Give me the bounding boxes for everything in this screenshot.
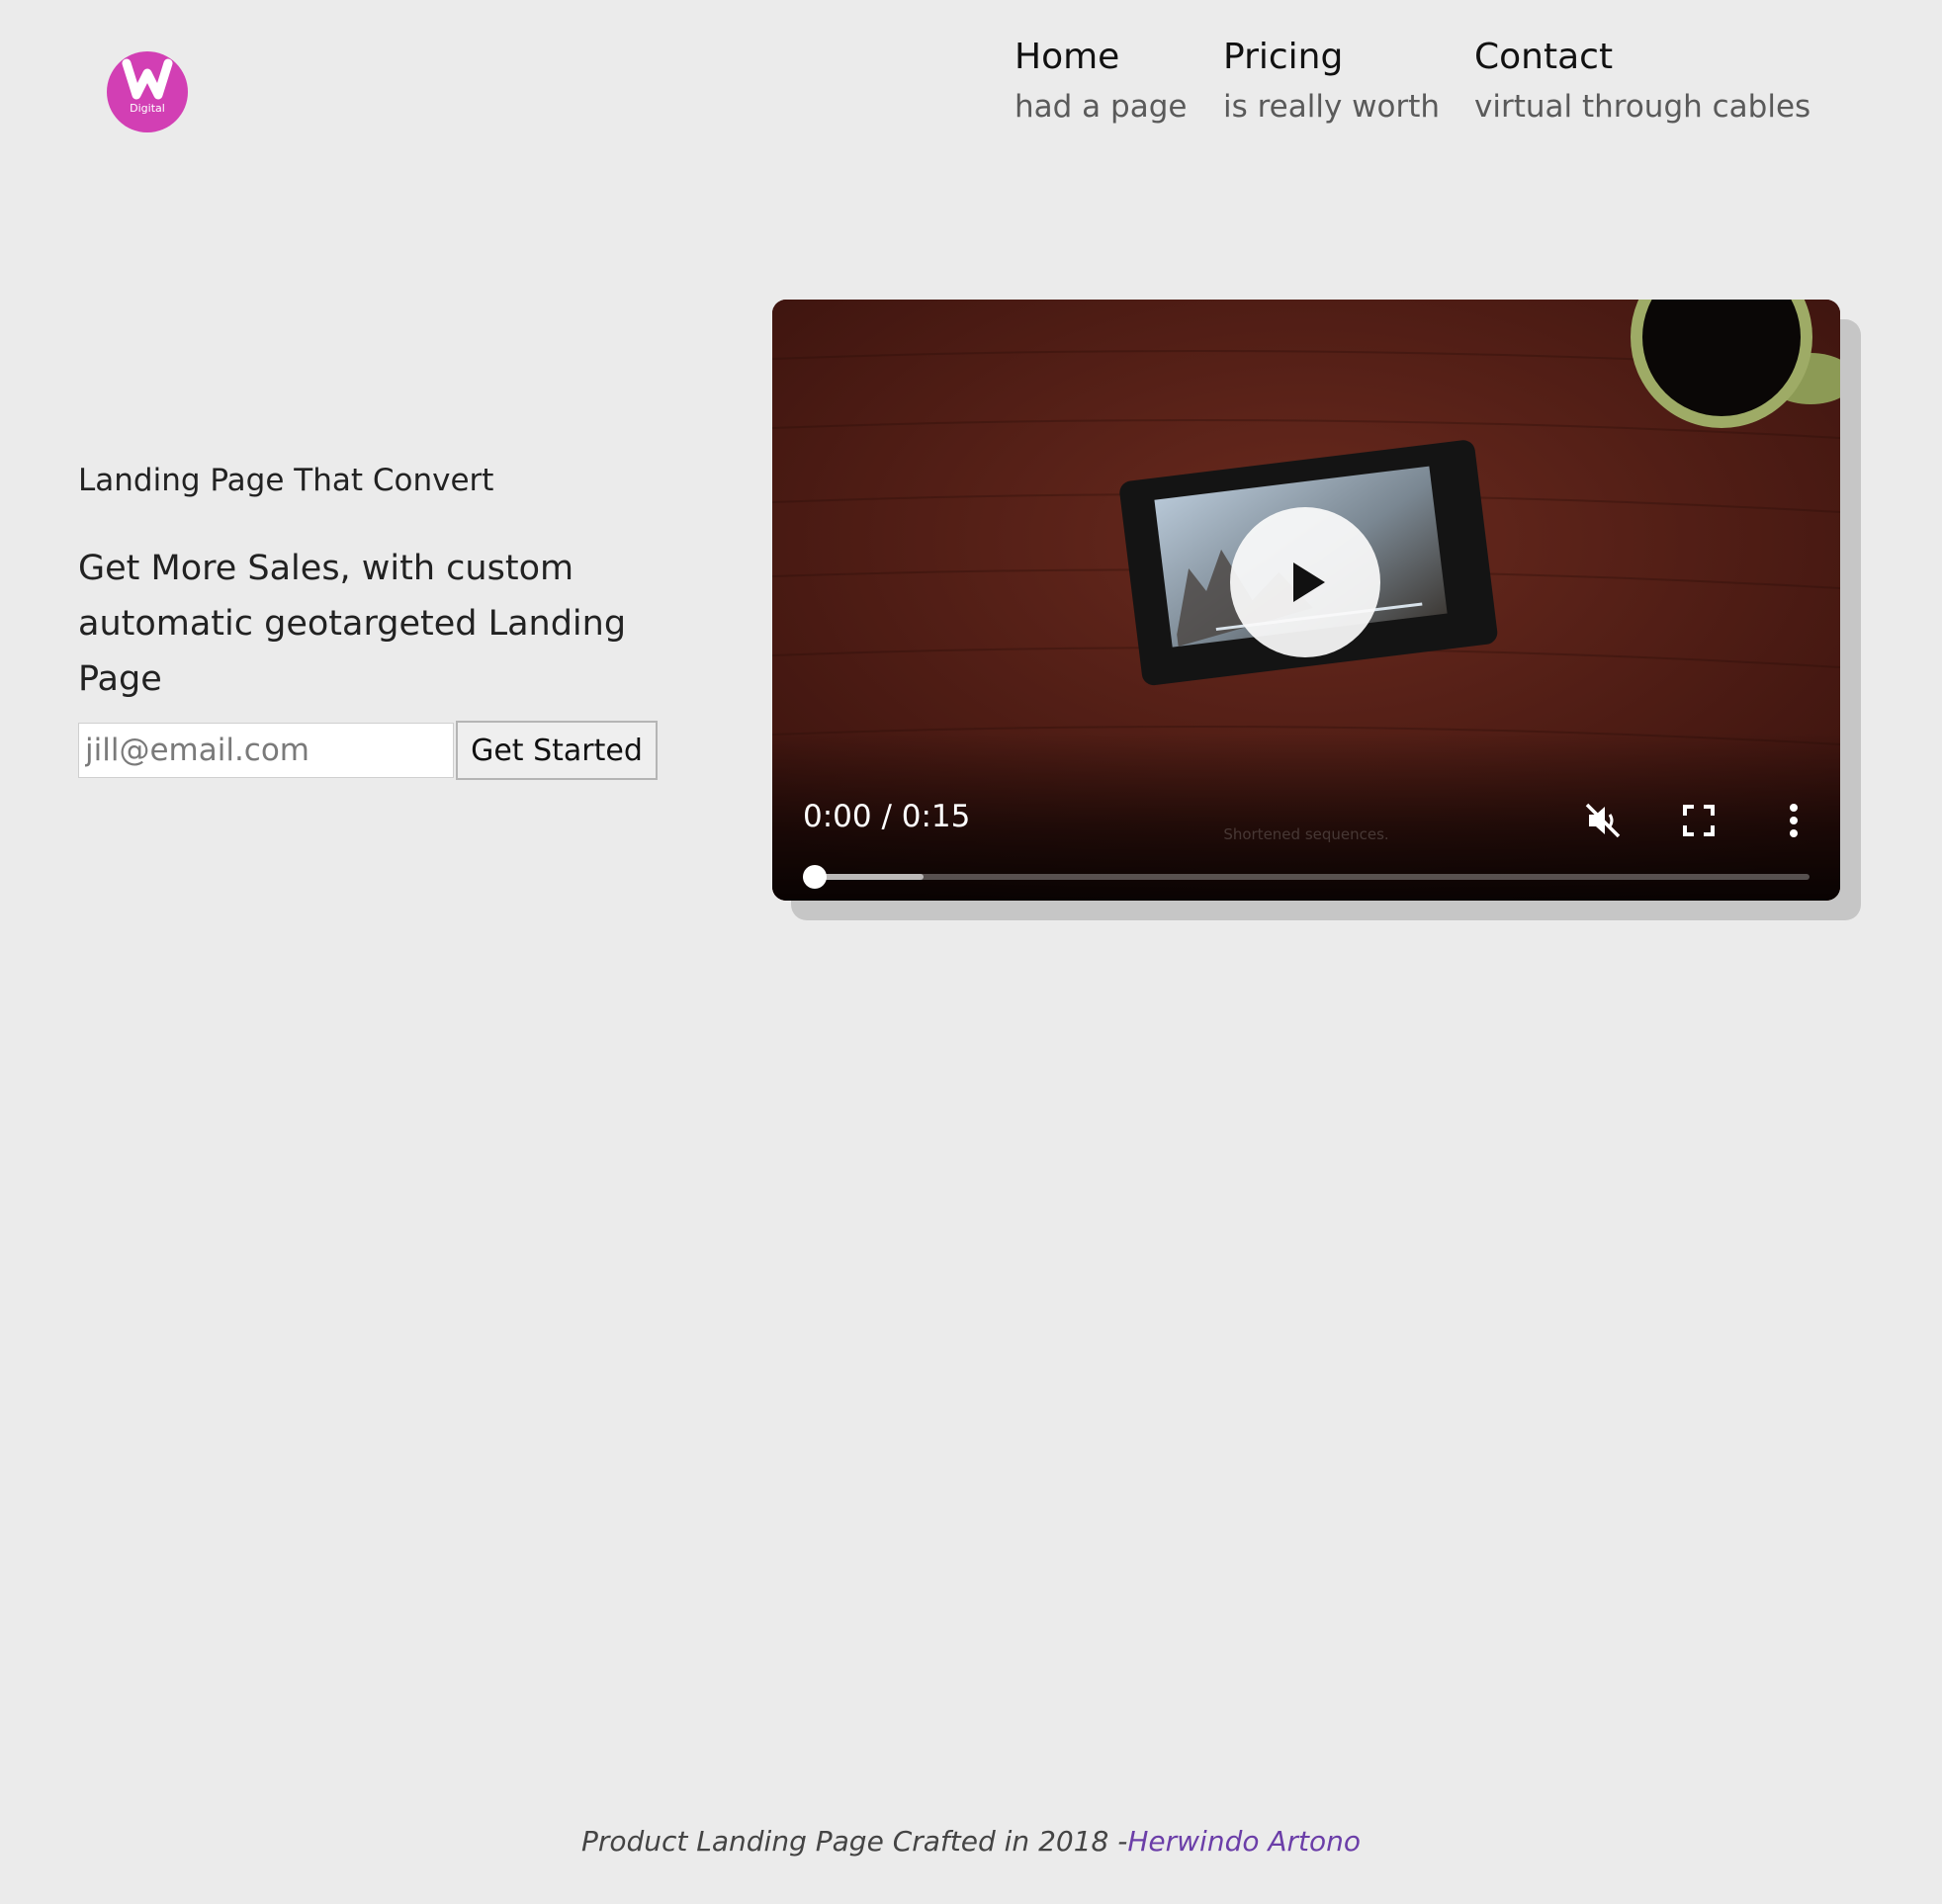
seek-thumb[interactable]	[803, 865, 828, 889]
nav-item-pricing[interactable]: Pricing is really worth	[1223, 34, 1440, 129]
seek-bar[interactable]	[803, 865, 1810, 889]
volume-muted-icon	[1585, 803, 1621, 838]
more-vertical-icon	[1790, 804, 1798, 837]
footer: Product Landing Page Crafted in 2018 -He…	[0, 1825, 1942, 1858]
nav-item-contact[interactable]: Contact virtual through cables	[1474, 34, 1810, 129]
fullscreen-icon	[1683, 805, 1715, 836]
video-player[interactable]: Shortened sequences. 0:00 / 0:15	[772, 300, 1840, 901]
brand-logo[interactable]: Digital	[107, 51, 188, 132]
fullscreen-button[interactable]	[1677, 799, 1721, 842]
time-readout: 0:00 / 0:15	[803, 799, 971, 834]
footer-text: Product Landing Page Crafted in 2018 -	[580, 1825, 1128, 1858]
nav-subtitle-contact: virtual through cables	[1474, 89, 1811, 125]
nav-title-home: Home	[1015, 37, 1120, 77]
play-button[interactable]	[1230, 507, 1380, 657]
logo-subtitle: Digital	[130, 102, 165, 115]
hero-headline: Get More Sales, with custom automatic ge…	[78, 549, 627, 699]
mute-button[interactable]	[1581, 799, 1625, 842]
logo-w-mark	[122, 58, 173, 100]
footer-author-link[interactable]: Herwindo Artono	[1127, 1825, 1361, 1858]
hero-eyebrow: Landing Page That Convert	[78, 463, 494, 498]
nav-title-pricing: Pricing	[1223, 37, 1344, 77]
signup-form: Get Started	[78, 721, 658, 780]
nav-subtitle-pricing: is really worth	[1223, 89, 1441, 125]
nav-subtitle-home: had a page	[1015, 89, 1188, 125]
seek-track	[803, 874, 1810, 880]
play-icon	[1293, 563, 1325, 602]
nav-item-home[interactable]: Home had a page	[1015, 34, 1187, 129]
get-started-button[interactable]: Get Started	[456, 721, 658, 780]
email-input[interactable]	[78, 723, 454, 778]
more-options-button[interactable]	[1772, 799, 1815, 842]
nav-title-contact: Contact	[1474, 37, 1614, 77]
